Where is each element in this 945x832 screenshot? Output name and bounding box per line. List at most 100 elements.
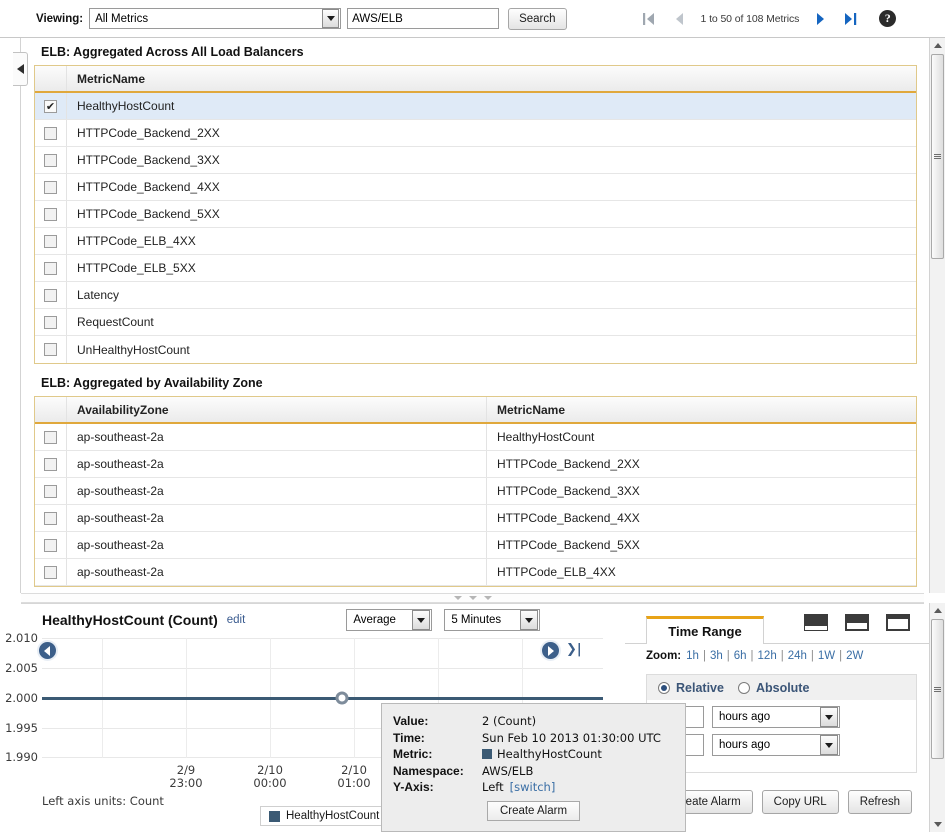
time-mode-radio-group: Relative Absolute bbox=[646, 674, 917, 700]
table-row[interactable]: ap-southeast-2a HTTPCode_ELB_4XX bbox=[35, 559, 916, 586]
row-checkbox[interactable] bbox=[44, 126, 57, 140]
refresh-button[interactable]: Refresh bbox=[847, 790, 912, 814]
row-checkbox[interactable] bbox=[44, 430, 57, 444]
chevron-down-icon bbox=[412, 610, 431, 630]
zoom-12h[interactable]: 12h bbox=[758, 650, 777, 662]
cell-metricname: HTTPCode_ELB_4XX bbox=[77, 234, 196, 248]
scrollbar-thumb[interactable] bbox=[931, 54, 944, 259]
row-checkbox[interactable] bbox=[44, 180, 57, 194]
search-button[interactable]: Search bbox=[508, 7, 567, 30]
row-checkbox-cell bbox=[35, 201, 67, 227]
table-row[interactable]: ap-southeast-2a HTTPCode_Backend_5XX bbox=[35, 532, 916, 559]
collapse-sidebar-button[interactable] bbox=[13, 52, 28, 86]
tooltip-key: Value: bbox=[393, 714, 429, 728]
row-checkbox-cell bbox=[35, 336, 67, 363]
cell-metricname: HTTPCode_Backend_4XX bbox=[497, 511, 640, 525]
row-checkbox[interactable] bbox=[44, 315, 57, 329]
zoom-2w[interactable]: 2W bbox=[846, 650, 863, 662]
next-page-icon[interactable] bbox=[805, 6, 835, 32]
row-checkbox[interactable] bbox=[44, 484, 57, 498]
metric-filter-input[interactable] bbox=[347, 8, 500, 29]
panel-splitter[interactable] bbox=[21, 593, 924, 603]
radio-relative[interactable] bbox=[658, 681, 670, 694]
y-tick-label: 2.000 bbox=[5, 691, 38, 705]
edit-chart-link[interactable]: edit bbox=[227, 614, 246, 626]
viewing-label: Viewing: bbox=[36, 12, 84, 25]
row-checkbox[interactable] bbox=[44, 99, 57, 113]
row-checkbox[interactable] bbox=[44, 288, 57, 302]
row-checkbox[interactable] bbox=[44, 511, 57, 525]
cell-metricname: HealthyHostCount bbox=[77, 99, 175, 113]
to-units-select[interactable]: hours ago bbox=[712, 734, 840, 756]
from-units-select[interactable]: hours ago bbox=[712, 706, 840, 728]
zoom-1w[interactable]: 1W bbox=[818, 650, 835, 662]
table-row[interactable]: Latency bbox=[35, 282, 916, 309]
row-checkbox-cell bbox=[35, 174, 67, 200]
chart-legend[interactable]: HealthyHostCount bbox=[260, 806, 389, 826]
layout-large-chart-icon[interactable] bbox=[886, 614, 910, 631]
scrollbar-thumb[interactable] bbox=[931, 619, 944, 759]
row-checkbox-cell bbox=[35, 309, 67, 335]
layout-medium-chart-icon[interactable] bbox=[845, 614, 869, 631]
chart-prev-button[interactable] bbox=[37, 640, 58, 661]
table-row[interactable]: RequestCount bbox=[35, 309, 916, 336]
zoom-1h[interactable]: 1h bbox=[686, 650, 699, 662]
from-units-value: hours ago bbox=[719, 711, 771, 723]
prev-page-icon[interactable] bbox=[665, 6, 695, 32]
panel-vertical-scrollbar[interactable] bbox=[929, 603, 945, 832]
row-checkbox[interactable] bbox=[44, 261, 57, 275]
last-page-icon[interactable] bbox=[835, 6, 865, 32]
table-row[interactable]: HTTPCode_Backend_2XX bbox=[35, 120, 916, 147]
layout-small-chart-icon[interactable] bbox=[804, 614, 828, 631]
row-checkbox[interactable] bbox=[44, 565, 57, 579]
scroll-up-icon[interactable] bbox=[930, 38, 945, 53]
row-checkbox[interactable] bbox=[44, 207, 57, 221]
datapoint-tooltip: Value: 2 (Count) Time: Sun Feb 10 2013 0… bbox=[381, 703, 686, 832]
row-checkbox[interactable] bbox=[44, 234, 57, 248]
zoom-24h[interactable]: 24h bbox=[788, 650, 807, 662]
table-row[interactable]: ap-southeast-2a HTTPCode_Backend_3XX bbox=[35, 478, 916, 505]
table-row[interactable]: HTTPCode_Backend_4XX bbox=[35, 174, 916, 201]
cell-availabilityzone: ap-southeast-2a bbox=[67, 478, 487, 504]
table-row[interactable]: HTTPCode_ELB_5XX bbox=[35, 255, 916, 282]
x-tick-time: 23:00 bbox=[169, 776, 203, 790]
namespace-select-value: All Metrics bbox=[95, 12, 149, 25]
table-row[interactable]: HealthyHostCount bbox=[35, 93, 916, 120]
row-checkbox[interactable] bbox=[44, 343, 57, 356]
switch-axis-link[interactable]: [switch] bbox=[510, 779, 556, 796]
tooltip-key: Time: bbox=[393, 730, 425, 745]
row-checkbox-cell bbox=[35, 228, 67, 254]
y-tick-label: 1.995 bbox=[5, 721, 38, 735]
namespace-select[interactable]: All Metrics bbox=[89, 8, 342, 29]
chart-jump-latest-button[interactable]: ❯| bbox=[566, 642, 582, 657]
scroll-up-icon[interactable] bbox=[930, 603, 945, 618]
table-row[interactable]: ap-southeast-2a HealthyHostCount bbox=[35, 424, 916, 451]
chart-next-button[interactable] bbox=[540, 640, 561, 661]
tooltip-create-alarm-button[interactable]: Create Alarm bbox=[486, 800, 581, 821]
radio-absolute[interactable] bbox=[737, 681, 750, 694]
zoom-3h[interactable]: 3h bbox=[710, 650, 723, 662]
table-row[interactable]: HTTPCode_Backend_3XX bbox=[35, 147, 916, 174]
row-checkbox[interactable] bbox=[44, 457, 57, 471]
data-point-marker[interactable] bbox=[335, 691, 349, 705]
grip-icon bbox=[934, 686, 941, 692]
cell-availabilityzone: ap-southeast-2a bbox=[67, 424, 487, 450]
statistic-select[interactable]: Average bbox=[346, 609, 433, 631]
tab-time-range[interactable]: Time Range bbox=[646, 616, 764, 644]
copy-url-button[interactable]: Copy URL bbox=[761, 790, 839, 814]
row-checkbox[interactable] bbox=[44, 153, 57, 167]
table-row[interactable]: ap-southeast-2a HTTPCode_Backend_4XX bbox=[35, 505, 916, 532]
first-page-icon[interactable] bbox=[635, 6, 665, 32]
from-row: hours ago bbox=[647, 700, 916, 728]
table-row[interactable]: UnHealthyHostCount bbox=[35, 336, 916, 363]
help-icon[interactable]: ? bbox=[879, 10, 897, 27]
scroll-down-icon[interactable] bbox=[930, 817, 945, 832]
list-vertical-scrollbar[interactable] bbox=[929, 38, 945, 593]
row-checkbox[interactable] bbox=[44, 538, 57, 552]
zoom-6h[interactable]: 6h bbox=[734, 650, 747, 662]
cell-metricname: HTTPCode_Backend_5XX bbox=[77, 207, 220, 221]
table-row[interactable]: HTTPCode_ELB_4XX bbox=[35, 228, 916, 255]
table-row[interactable]: HTTPCode_Backend_5XX bbox=[35, 201, 916, 228]
period-select[interactable]: 5 Minutes bbox=[444, 609, 541, 631]
table-row[interactable]: ap-southeast-2a HTTPCode_Backend_2XX bbox=[35, 451, 916, 478]
